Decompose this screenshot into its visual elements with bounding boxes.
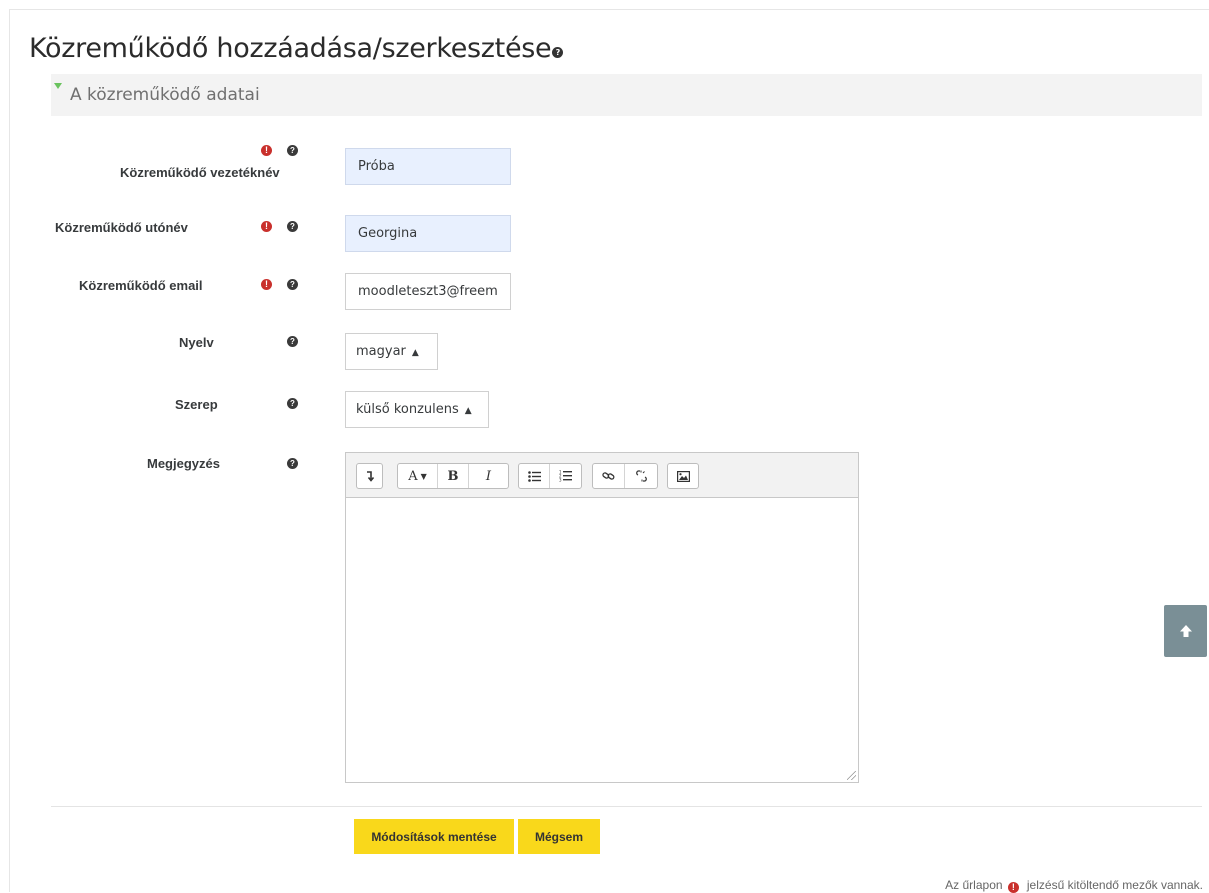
- help-icon[interactable]: ?: [552, 47, 564, 58]
- arrow-up-icon: [1179, 625, 1192, 637]
- section-header[interactable]: A közreműködő adatai: [51, 74, 1202, 116]
- save-button[interactable]: Módosítások mentése: [354, 819, 514, 854]
- unlink-icon[interactable]: [625, 464, 657, 488]
- required-icon: !: [1007, 882, 1019, 893]
- footnote-after: jelzésű kitöltendő mezők vannak.: [1026, 878, 1203, 892]
- image-icon[interactable]: [668, 464, 698, 488]
- footnote-before: Az űrlapon: [945, 878, 1003, 892]
- select-arrows-icon: ▲︎: [464, 406, 472, 416]
- expand-triangle-icon[interactable]: [54, 83, 62, 89]
- required-icon: !: [261, 279, 272, 290]
- bold-icon[interactable]: B: [438, 464, 469, 488]
- page-title: Közreműködő hozzáadása/szerkesztése?: [29, 33, 564, 64]
- editor-toolbar: A ▼ B I 123: [346, 453, 858, 498]
- frame-top-border: [9, 9, 1209, 10]
- language-selected-value: magyar: [356, 344, 406, 359]
- help-icon[interactable]: ?: [287, 145, 298, 156]
- note-label: Megjegyzés: [147, 456, 220, 471]
- role-selected-value: külső konzulens: [356, 402, 459, 417]
- link-icon[interactable]: [593, 464, 625, 488]
- form-divider: [51, 806, 1202, 807]
- svg-text:3: 3: [559, 478, 562, 483]
- role-select[interactable]: külső konzulens ▲︎: [345, 391, 489, 428]
- email-input[interactable]: moodleteszt3@freem: [345, 273, 511, 310]
- cancel-button[interactable]: Mégsem: [518, 819, 600, 854]
- toolbar-group-text: A ▼ B I: [397, 463, 509, 489]
- help-icon[interactable]: ?: [287, 279, 298, 290]
- required-fields-note: Az űrlapon ! jelzésű kitöltendő mezők van…: [945, 878, 1203, 893]
- toolbar-group-lists: 123: [518, 463, 582, 489]
- required-icon: !: [261, 145, 272, 156]
- lastname-input[interactable]: Próba: [345, 148, 511, 185]
- italic-icon[interactable]: I: [469, 464, 508, 488]
- language-label: Nyelv: [179, 335, 214, 350]
- language-select[interactable]: magyar ▲︎: [345, 333, 438, 370]
- help-icon[interactable]: ?: [287, 336, 298, 347]
- help-icon[interactable]: ?: [287, 398, 298, 409]
- email-label: Közreműködő email: [79, 278, 203, 293]
- help-icon[interactable]: ?: [287, 458, 298, 469]
- toolbar-group-media: [667, 463, 699, 489]
- frame-left-border: [9, 9, 10, 892]
- help-icon[interactable]: ?: [287, 221, 298, 232]
- section-title: A közreműködő adatai: [70, 85, 260, 105]
- role-label: Szerep: [175, 397, 218, 412]
- firstname-label: Közreműködő utónév: [55, 220, 188, 235]
- font-color-icon[interactable]: A ▼: [398, 464, 438, 488]
- note-editor: A ▼ B I 123: [345, 452, 859, 783]
- toolbar-group-collapse: [356, 463, 383, 489]
- lastname-label: Közreműködő vezetéknév: [120, 165, 280, 180]
- note-textarea[interactable]: [347, 499, 857, 781]
- required-icon: !: [261, 221, 272, 232]
- firstname-input[interactable]: Georgina: [345, 215, 511, 252]
- select-arrows-icon: ▲︎: [411, 348, 419, 358]
- resize-handle[interactable]: [847, 771, 856, 780]
- collapse-icon[interactable]: [357, 464, 382, 488]
- ordered-list-icon[interactable]: 123: [550, 464, 581, 488]
- scroll-to-top-button[interactable]: [1164, 605, 1207, 657]
- unordered-list-icon[interactable]: [519, 464, 550, 488]
- toolbar-group-links: [592, 463, 658, 489]
